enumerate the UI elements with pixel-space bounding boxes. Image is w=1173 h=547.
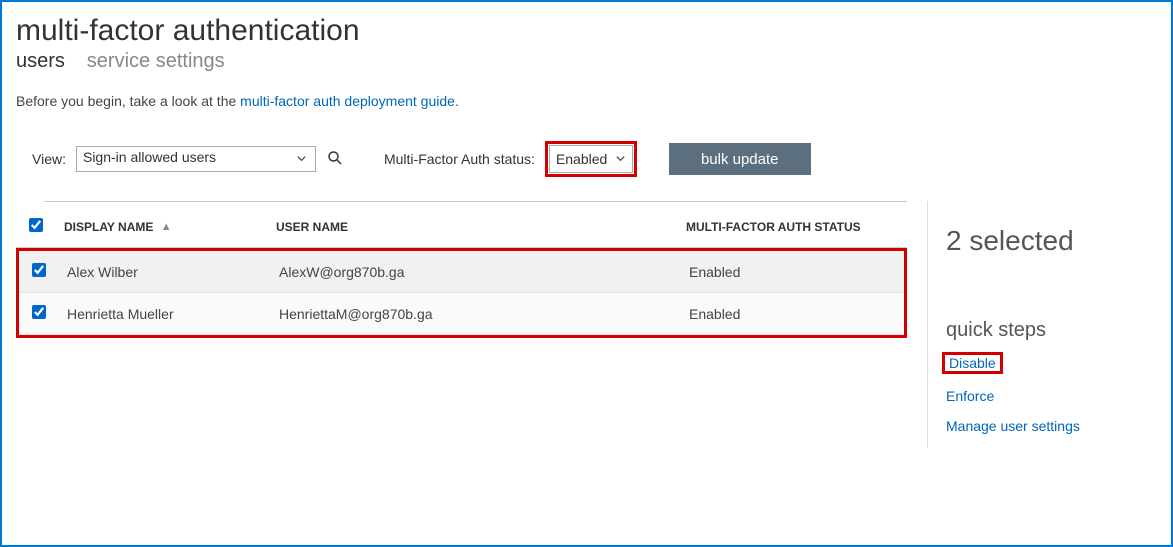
header-display-name-label: DISPLAY NAME [64,220,153,234]
cell-status: Enabled [689,306,904,322]
header-display-name[interactable]: DISPLAY NAME ▲ [56,220,276,234]
table-row[interactable]: Henrietta Mueller HenriettaM@org870b.ga … [19,293,904,335]
table-row[interactable]: Alex Wilber AlexW@org870b.ga Enabled [19,251,904,293]
bulk-update-button[interactable]: bulk update [669,143,811,175]
tab-users[interactable]: users [16,50,65,73]
status-highlight: Enabled [545,141,637,177]
filter-bar: View: Sign-in allowed users Multi-Factor… [16,141,1157,177]
deployment-guide-link[interactable]: multi-factor auth deployment guide [240,93,455,109]
cell-display-name: Alex Wilber [59,264,279,280]
view-select[interactable]: Sign-in allowed users [76,146,316,172]
quick-steps-title: quick steps [946,319,1157,342]
status-select[interactable]: Enabled [549,145,633,173]
status-label: Multi-Factor Auth status: [384,151,535,167]
search-icon[interactable] [326,149,344,170]
status-select-value: Enabled [556,151,607,167]
rows-highlight: Alex Wilber AlexW@org870b.ga Enabled Hen… [16,248,907,338]
sort-ascending-icon: ▲ [161,221,172,233]
enforce-link[interactable]: Enforce [946,388,1157,404]
disable-highlight: Disable [942,352,1003,374]
disable-link[interactable]: Disable [949,355,996,371]
tabs: users service settings [16,50,1157,73]
cell-user-name: AlexW@org870b.ga [279,264,689,280]
tab-service-settings[interactable]: service settings [87,50,225,73]
sidebar: 2 selected quick steps Disable Enforce M… [927,201,1157,448]
row-checkbox[interactable] [32,263,46,277]
table-header-row: DISPLAY NAME ▲ USER NAME MULTI-FACTOR AU… [16,202,907,248]
header-user-name[interactable]: USER NAME [276,220,686,234]
cell-display-name: Henrietta Mueller [59,306,279,322]
cell-status: Enabled [689,264,904,280]
intro-suffix: . [455,93,459,109]
selected-count: 2 selected [946,225,1157,257]
user-table: DISPLAY NAME ▲ USER NAME MULTI-FACTOR AU… [16,201,907,448]
view-select-value: Sign-in allowed users [83,149,216,165]
select-all-checkbox[interactable] [29,218,43,232]
header-mfa-status[interactable]: MULTI-FACTOR AUTH STATUS [686,220,907,234]
intro-text: Before you begin, take a look at the mul… [16,93,1157,109]
intro-prefix: Before you begin, take a look at the [16,93,240,109]
cell-user-name: HenriettaM@org870b.ga [279,306,689,322]
chevron-down-icon [615,151,626,167]
chevron-down-icon [296,151,307,167]
manage-user-settings-link[interactable]: Manage user settings [946,418,1157,434]
page-title: multi-factor authentication [16,14,1157,48]
view-label: View: [32,151,66,167]
row-checkbox[interactable] [32,305,46,319]
